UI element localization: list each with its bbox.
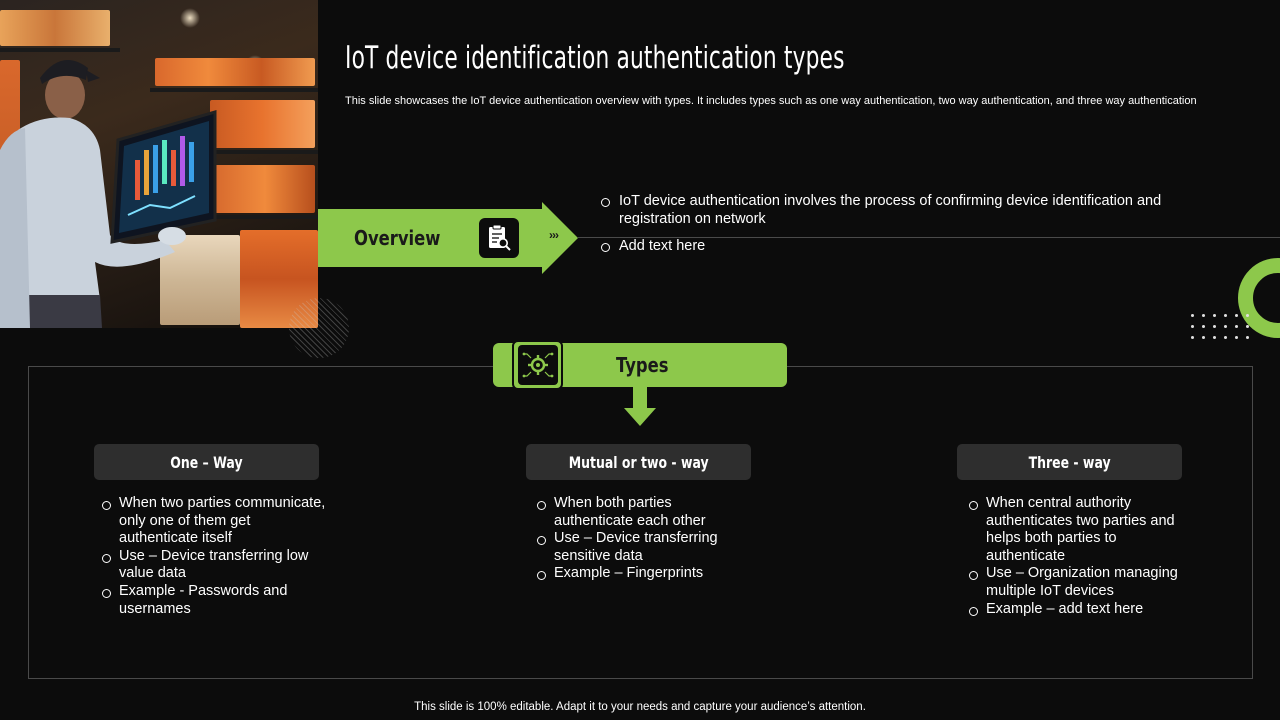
type-heading-three-way: Three - way [957, 444, 1182, 480]
page-subtitle: This slide showcases the IoT device auth… [345, 95, 1197, 107]
clipboard-search-icon [479, 218, 519, 258]
list-item: When both parties authenticate each othe… [537, 495, 737, 530]
list-item: Example - Passwords and usernames [102, 583, 332, 618]
hero-photo [0, 0, 318, 328]
tablet-image [110, 110, 217, 245]
list-item: Use – Device transferring low value data [102, 548, 332, 583]
type-heading-mutual: Mutual or two - way [526, 444, 751, 480]
list-item: Example – Fingerprints [537, 565, 737, 583]
page-title: IoT device identification authentication… [345, 40, 845, 76]
type-heading-label: Three - way [1028, 452, 1111, 472]
type-points-one-way: When two parties communicate, only one o… [102, 495, 332, 618]
footer-note: This slide is 100% editable. Adapt it to… [414, 701, 866, 713]
list-item: When central authority authenticates two… [969, 495, 1189, 565]
list-item: Add text here [600, 237, 1200, 255]
type-points-mutual: When both parties authenticate each othe… [537, 495, 737, 583]
type-points-three-way: When central authority authenticates two… [969, 495, 1189, 618]
down-arrow-icon [624, 386, 656, 426]
list-item: IoT device authentication involves the p… [600, 192, 1200, 237]
types-label: Types [616, 353, 669, 377]
type-heading-label: One – Way [170, 452, 243, 472]
gear-circuit-icon [512, 340, 563, 390]
dot-grid-decoration [1191, 314, 1256, 339]
list-item: Use – Organization managing multiple IoT… [969, 565, 1189, 600]
type-heading-label: Mutual or two - way [568, 452, 709, 472]
type-heading-one-way: One – Way [94, 444, 319, 480]
overview-points: IoT device authentication involves the p… [600, 192, 1200, 255]
hatched-circle-decoration [289, 298, 349, 358]
list-item: Use – Device transferring sensitive data [537, 530, 737, 565]
chevrons-right-icon: ››› [549, 228, 559, 242]
list-item: Example – add text here [969, 601, 1189, 619]
overview-label: Overview [354, 226, 441, 250]
list-item: When two parties communicate, only one o… [102, 495, 332, 548]
